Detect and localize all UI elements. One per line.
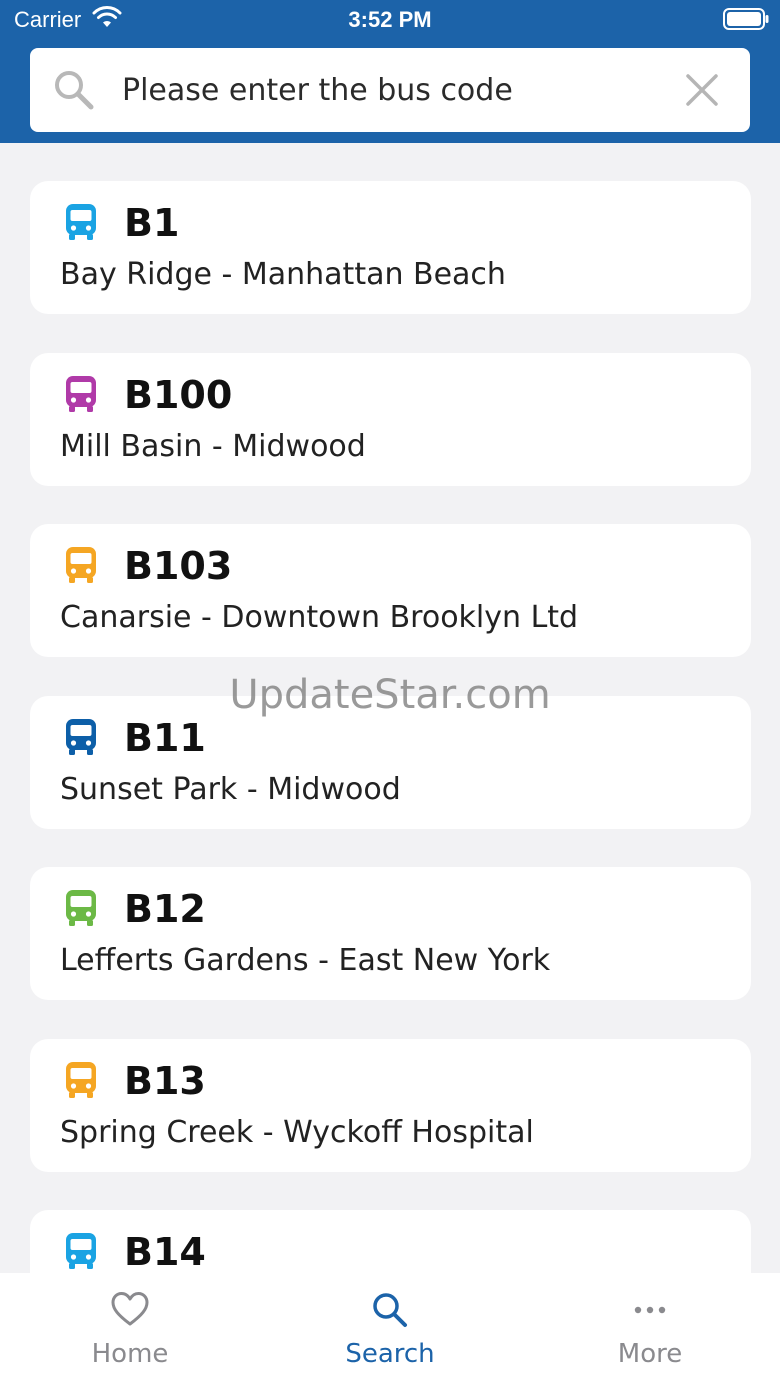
route-code: B12 [124,887,206,931]
heart-icon [111,1292,149,1326]
app-screen: Carrier 3:52 PM B1B [0,0,780,1387]
tab-home[interactable]: Home [0,1273,260,1387]
search-input[interactable] [122,66,662,114]
route-list[interactable]: B1 Bay Ridge - Manhattan Beach B100 Mill Ba… [0,143,780,1273]
route-code: B1 [124,201,180,245]
clear-icon[interactable] [684,72,720,108]
bus-icon [66,1233,96,1269]
route-name: Canarsie - Downtown Brooklyn Ltd [60,600,579,635]
bus-icon [66,376,96,412]
search-icon [373,1293,407,1327]
search-bar[interactable] [30,48,750,132]
route-name: Sunset Park - Midwood [60,772,401,807]
bus-icon [66,719,96,755]
route-name: Lefferts Gardens - East New York [60,943,551,978]
route-name: Mill Basin - Midwood [60,429,366,464]
tab-search-label: Search [345,1339,435,1369]
bus-icon [66,204,96,240]
status-time: 3:52 PM [348,7,432,32]
tab-search[interactable]: Search [260,1273,520,1387]
route-code: B103 [124,544,233,588]
search-icon [55,71,94,110]
bus-icon [66,547,96,583]
bus-icon [66,890,96,926]
route-code: B13 [124,1059,206,1103]
route-card[interactable]: B100 Mill Basin - Midwood [30,353,751,486]
route-card[interactable]: B14 [30,1210,751,1273]
route-name: Spring Creek - Wyckoff Hospital [60,1115,534,1150]
route-card[interactable]: B12 Lefferts Gardens - East New York [30,867,751,1000]
tab-more-label: More [617,1339,683,1369]
route-code: B100 [124,373,233,417]
route-code: B14 [124,1230,206,1273]
route-card[interactable]: B13 Spring Creek - Wyckoff Hospital [30,1039,751,1172]
route-card[interactable]: B1 Bay Ridge - Manhattan Beach [30,181,751,314]
route-name: Bay Ridge - Manhattan Beach [60,257,506,292]
tab-bar: Home Search More [0,1273,780,1387]
battery-icon [723,8,769,30]
route-card[interactable]: B103 Canarsie - Downtown Brooklyn Ltd [30,524,751,657]
header: Carrier 3:52 PM [0,0,780,143]
more-icon [634,1306,666,1314]
tab-home-label: Home [91,1339,169,1369]
status-bar: Carrier 3:52 PM [0,0,780,40]
bus-icon [66,1062,96,1098]
tab-more[interactable]: More [520,1273,780,1387]
route-code: B11 [124,716,206,760]
route-card[interactable]: B11 Sunset Park - Midwood [30,696,751,829]
